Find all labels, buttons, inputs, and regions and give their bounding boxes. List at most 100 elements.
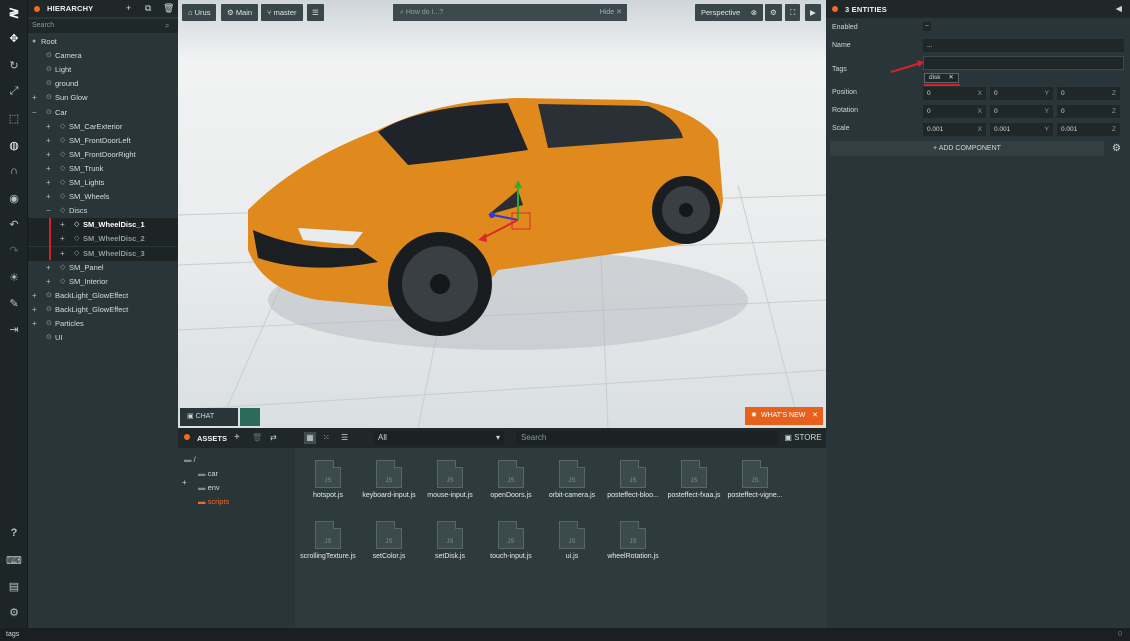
tree-item[interactable]: + ⊙ Particles	[28, 317, 178, 331]
tree-item[interactable]: ⊙ UI	[28, 331, 178, 345]
scale-tool-icon[interactable]: ⤢	[0, 80, 28, 102]
collapse-icon[interactable]: ◀	[1116, 4, 1122, 13]
tree-item[interactable]: + ⊙ Sun Glow	[28, 91, 178, 105]
hide-link[interactable]: Hide ✕	[600, 4, 622, 21]
asset-file[interactable]: JS scrollingTexture.js	[297, 521, 359, 560]
folder-item[interactable]: ▬ scripts	[198, 497, 229, 506]
gear-icon[interactable]: ⚙	[1112, 143, 1121, 154]
close-icon[interactable]: ✕	[812, 407, 818, 425]
expand-icon[interactable]: +	[32, 289, 37, 303]
collapse-icon[interactable]: −	[32, 106, 37, 120]
small-grid-view-icon[interactable]: ⁙	[323, 433, 330, 442]
asset-file[interactable]: JS posteffect-vigne...	[724, 460, 786, 499]
branch-button[interactable]: ⑂ master	[261, 4, 303, 21]
rotation-x-field[interactable]: 0X	[923, 105, 986, 118]
hierarchy-search-input[interactable]: Search	[28, 19, 178, 33]
scale-y-field[interactable]: 0.001 Y	[990, 123, 1053, 136]
tree-item[interactable]: + ◇ SM_Trunk	[28, 162, 178, 176]
grid-view-icon[interactable]: ▦	[304, 432, 316, 444]
asset-file[interactable]: JS wheelRotation.js	[602, 521, 664, 560]
asset-file[interactable]: JS mouse-input.js	[419, 460, 481, 499]
rotate-tool-icon[interactable]: ↻	[0, 54, 28, 76]
scale-x-field[interactable]: 0.001 X	[923, 123, 986, 136]
tag-chip[interactable]: disk ✕	[924, 73, 959, 83]
whats-new-button[interactable]: ✹ WHAT'S NEW ✕	[745, 407, 823, 425]
scale-z-field[interactable]: 0.001 Z	[1057, 123, 1120, 136]
asset-search-input[interactable]: Search	[516, 431, 778, 445]
asset-file[interactable]: JS touch-input.js	[480, 521, 542, 560]
viewport[interactable]: ⌂ Urus ⚙ Main ⑂ master ☰ ⌕ How do I...? …	[178, 0, 826, 428]
fullscreen-button[interactable]: ⛶	[785, 4, 801, 21]
tree-item[interactable]: + ◇ SM_Lights	[28, 176, 178, 190]
settings-icon[interactable]: ⚙	[0, 601, 28, 623]
focus-icon[interactable]: ◉	[0, 187, 28, 209]
position-y-field[interactable]: 0Y	[990, 87, 1053, 100]
asset-file[interactable]: JS setDisk.js	[419, 521, 481, 560]
name-field[interactable]: ...	[923, 39, 1124, 52]
expand-icon[interactable]: +	[60, 232, 65, 246]
expand-icon[interactable]: +	[32, 303, 37, 317]
tree-item[interactable]: + ◇ SM_Panel	[28, 261, 178, 275]
help-icon[interactable]: ?	[0, 522, 28, 544]
tree-item[interactable]: ⊙ Camera	[28, 49, 178, 63]
keyboard-icon[interactable]: ⌨	[0, 549, 28, 571]
delete-entity-icon[interactable]: 🗑	[163, 3, 174, 14]
help-search-input[interactable]: ⌕ How do I...? Hide ✕	[393, 4, 627, 21]
tree-item[interactable]: − ◇ Discs	[28, 204, 178, 218]
undo-icon[interactable]: ↶	[0, 213, 28, 235]
remove-tag-icon[interactable]: ✕	[948, 74, 953, 81]
tree-item[interactable]: ⊙ ground	[28, 77, 178, 91]
tree-item[interactable]: ⊙ Light	[28, 63, 178, 77]
expand-icon[interactable]: +	[32, 91, 37, 105]
rotation-z-field[interactable]: 0Z	[1057, 105, 1120, 118]
position-z-field[interactable]: 0Z	[1057, 87, 1120, 100]
viewport-settings-button[interactable]: ⚙	[765, 4, 782, 21]
tree-item[interactable]: ● Root	[28, 35, 178, 49]
expand-icon[interactable]: +	[46, 261, 51, 275]
expand-icon[interactable]: +	[46, 275, 51, 289]
expand-icon[interactable]: +	[46, 176, 51, 190]
chat-button[interactable]: ▣ CHAT	[180, 408, 238, 426]
expand-icon[interactable]: +	[46, 148, 51, 162]
expand-icon[interactable]: +	[46, 120, 51, 134]
tree-item[interactable]: + ◇ SM_Wheels	[28, 190, 178, 204]
menu-button[interactable]: ☰	[307, 4, 324, 21]
delete-asset-icon[interactable]: 🗑	[252, 433, 262, 442]
expand-icon[interactable]: +	[60, 247, 65, 261]
chat-icon[interactable]: ▤	[0, 575, 28, 597]
world-space-icon[interactable]: ◍	[0, 134, 28, 156]
project-button[interactable]: ⌂ Urus	[182, 4, 217, 21]
expand-icon[interactable]: +	[182, 478, 187, 487]
asset-file[interactable]: JS keyboard-input.js	[358, 460, 420, 499]
code-editor-icon[interactable]: ✎	[0, 292, 28, 314]
asset-file[interactable]: JS ui.js	[541, 521, 603, 560]
enabled-checkbox[interactable]: –	[923, 22, 931, 31]
camera-select[interactable]: Perspective ⊗	[695, 4, 763, 21]
folder-item[interactable]: ▬ car	[198, 469, 218, 478]
launch-button[interactable]: ▶	[805, 4, 821, 21]
add-asset-icon[interactable]: +	[234, 432, 240, 443]
expand-icon[interactable]: +	[46, 134, 51, 148]
tree-item[interactable]: + ⊙ BackLight_GlowEffect	[28, 303, 178, 317]
expand-icon[interactable]: +	[46, 190, 51, 204]
collapse-icon[interactable]: −	[46, 204, 51, 218]
tree-item[interactable]: + ◇ SM_Interior	[28, 275, 178, 289]
asset-file[interactable]: JS posteffect-fxaa.js	[663, 460, 725, 499]
asset-filter-select[interactable]: All ▾	[374, 431, 504, 445]
tree-item[interactable]: + ◇ SM_CarExterior	[28, 120, 178, 134]
position-x-field[interactable]: 0X	[923, 87, 986, 100]
folder-item[interactable]: ▬ env	[198, 483, 220, 492]
asset-file[interactable]: JS posteffect-bloo...	[602, 460, 664, 499]
add-component-button[interactable]: + ADD COMPONENT	[830, 141, 1104, 156]
expand-icon[interactable]: +	[46, 162, 51, 176]
folder-item[interactable]: ▬ /	[184, 455, 196, 464]
redo-icon[interactable]: ↷	[0, 239, 28, 261]
asset-file[interactable]: JS setColor.js	[358, 521, 420, 560]
store-button[interactable]: ▣ STORE	[782, 431, 824, 445]
duplicate-entity-icon[interactable]: ⧉	[145, 3, 151, 14]
asset-file[interactable]: JS hotspot.js	[297, 460, 359, 499]
asset-file[interactable]: JS openDoors.js	[480, 460, 542, 499]
add-entity-icon[interactable]: +	[126, 3, 131, 13]
avatar[interactable]	[240, 408, 260, 426]
translate-tool-icon[interactable]: ✥	[0, 27, 28, 49]
